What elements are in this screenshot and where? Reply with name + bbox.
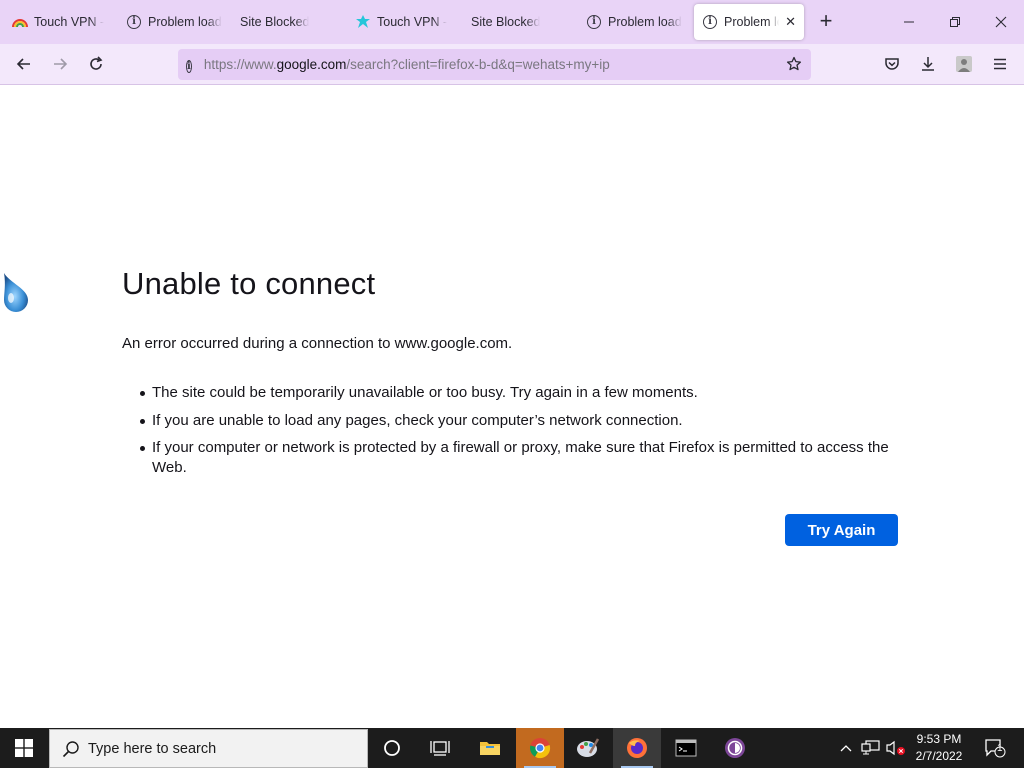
reload-icon (90, 56, 103, 70)
page-content: Unable to connect An error occurred duri… (0, 85, 1024, 728)
tab-title: Problem load (608, 15, 682, 29)
new-tab-button[interactable]: + (814, 10, 838, 34)
tab-touch-vpn-2[interactable]: Touch VPN - (347, 4, 459, 40)
tab-problem-loading-1[interactable]: i Problem load (118, 4, 230, 40)
clock-time: 9:53 PM (916, 732, 962, 746)
info-icon: i (126, 14, 142, 30)
firefox-icon (627, 738, 647, 758)
navigation-toolbar: i https://www.google.com/search?client=f… (0, 44, 1024, 85)
info-icon: i (586, 14, 602, 30)
cortana-circle-icon (384, 740, 400, 756)
taskbar-search-box[interactable]: Type here to search (49, 729, 368, 768)
tab-site-blocked-1[interactable]: Site Blocked (232, 4, 344, 40)
bookmark-star-icon[interactable] (783, 53, 805, 75)
search-icon (62, 740, 80, 758)
show-hidden-icons-button[interactable] (836, 728, 856, 768)
arrow-left-icon (16, 58, 30, 70)
list-item: If your computer or network is protected… (140, 438, 912, 478)
pocket-button[interactable] (878, 50, 906, 78)
try-again-button[interactable]: Try Again (785, 514, 898, 546)
list-item: If you are unable to load any pages, che… (140, 411, 912, 431)
windows-taskbar: Type here to search 9:53 PM 2/7/2022 1 (0, 728, 1024, 768)
file-explorer-button[interactable] (466, 728, 514, 768)
error-title: Unable to connect (122, 266, 376, 301)
close-tab-icon[interactable]: ✕ (785, 14, 796, 30)
chevron-up-icon (840, 745, 852, 752)
account-button[interactable] (950, 50, 978, 78)
chrome-icon (530, 738, 551, 759)
error-description: An error occurred during a connection to… (122, 335, 513, 352)
rainbow-favicon-icon (12, 14, 28, 30)
site-info-icon[interactable]: i (186, 56, 192, 74)
restore-button[interactable] (932, 0, 978, 44)
url-path: /search?client=firefox-b-d&q=wehats+my+i… (346, 57, 610, 72)
speaker-muted-icon (886, 740, 905, 756)
tab-touch-vpn-1[interactable]: Touch VPN - (4, 4, 116, 40)
tor-onion-icon (725, 738, 745, 758)
avatar-icon (956, 56, 972, 72)
clock-date: 2/7/2022 (915, 749, 963, 763)
command-prompt-button[interactable] (662, 728, 710, 768)
tab-title: Site Blocked (240, 15, 310, 29)
terminal-icon (675, 739, 697, 757)
network-disconnected-icon (861, 740, 880, 755)
arrow-right-icon (54, 58, 68, 70)
cortana-button[interactable] (368, 728, 416, 768)
firefox-button[interactable] (613, 728, 661, 768)
touch-vpn-favicon-icon (355, 14, 371, 30)
tab-problem-loading-active[interactable]: i Problem lo ✕ (694, 4, 804, 40)
close-window-button[interactable] (978, 0, 1024, 44)
network-status-button[interactable] (858, 728, 884, 768)
tab-strip: Touch VPN - i Problem load Site Blocked … (0, 0, 1024, 44)
tab-problem-loading-2[interactable]: i Problem load (578, 4, 690, 40)
folder-icon (480, 742, 500, 755)
menu-button[interactable] (986, 50, 1014, 78)
paint-palette-icon (577, 738, 600, 757)
tab-title: Touch VPN - (34, 15, 105, 29)
chrome-button[interactable] (516, 728, 564, 768)
info-icon: i (702, 14, 718, 30)
address-bar[interactable]: i https://www.google.com/search?client=f… (178, 49, 811, 80)
action-center-button[interactable]: 1 (980, 728, 1010, 768)
tab-title: Site Blocked (471, 15, 541, 29)
hamburger-menu-icon (994, 58, 1006, 70)
download-icon (922, 57, 934, 71)
volume-button[interactable] (884, 728, 908, 768)
notification-count: 1 (997, 743, 1003, 754)
url-domain: google.com (276, 57, 347, 72)
minimize-button[interactable] (886, 0, 932, 44)
back-button[interactable] (10, 50, 38, 78)
url-text[interactable]: https://www.google.com/search?client=fir… (204, 57, 610, 72)
pocket-icon (885, 58, 899, 70)
tab-site-blocked-2[interactable]: Site Blocked (463, 4, 575, 40)
tab-title: Problem load (148, 15, 222, 29)
system-clock[interactable]: 9:53 PM 2/7/2022 (906, 731, 972, 765)
paint-button[interactable] (564, 728, 612, 768)
forward-button[interactable] (46, 50, 74, 78)
downloads-button[interactable] (914, 50, 942, 78)
tab-title: Touch VPN - (377, 15, 448, 29)
task-view-button[interactable] (416, 728, 464, 768)
water-droplet-icon[interactable] (0, 271, 32, 315)
reload-button[interactable] (82, 50, 110, 78)
tab-title: Problem lo (724, 15, 780, 29)
windows-logo-icon (15, 739, 33, 757)
error-suggestions-list: The site could be temporarily unavailabl… (140, 383, 912, 486)
tor-browser-button[interactable] (711, 728, 759, 768)
start-button[interactable] (0, 728, 48, 768)
url-prefix: https://www. (203, 57, 277, 72)
task-view-icon (430, 741, 450, 756)
list-item: The site could be temporarily unavailabl… (140, 383, 912, 403)
search-placeholder: Type here to search (88, 740, 217, 757)
